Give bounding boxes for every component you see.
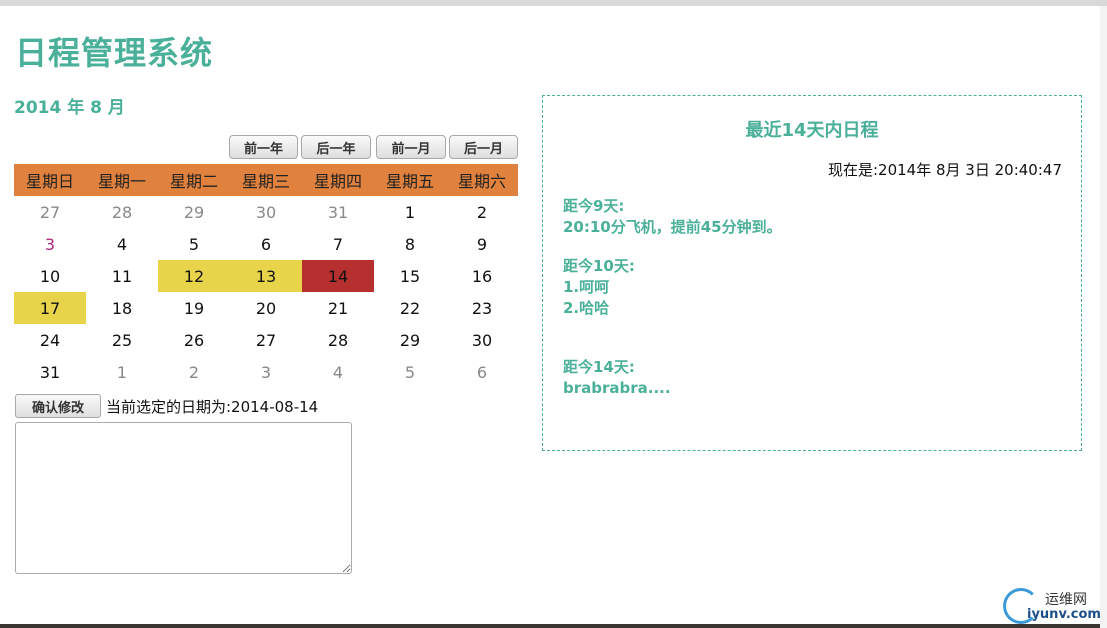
calendar-day-cell[interactable]: 24 — [14, 324, 86, 356]
entry-line: 2.哈哈 — [563, 299, 610, 317]
next-month-button[interactable]: 后一月 — [449, 135, 518, 159]
calendar-day-cell[interactable]: 1 — [86, 356, 158, 388]
calendar-day-cell[interactable]: 1 — [374, 196, 446, 228]
calendar-day-cell[interactable]: 20 — [230, 292, 302, 324]
weekday-header: 星期五 — [374, 164, 446, 196]
calendar-day-cell[interactable]: 21 — [302, 292, 374, 324]
calendar-day-cell[interactable]: 16 — [446, 260, 518, 292]
weekday-header: 星期二 — [158, 164, 230, 196]
calendar-week-row: 17 18 19 20 21 22 23 — [14, 292, 518, 324]
calendar-day-cell[interactable]: 6 — [230, 228, 302, 260]
calendar-day-cell[interactable]: 4 — [302, 356, 374, 388]
month-title: 2014 年 8 月 — [14, 98, 125, 118]
calendar-day-cell[interactable]: 28 — [86, 196, 158, 228]
calendar-day-cell[interactable]: 10 — [14, 260, 86, 292]
calendar-day-cell[interactable]: 12 — [158, 260, 230, 292]
calendar-day-cell[interactable]: 14 — [302, 260, 374, 292]
calendar-day-cell[interactable]: 26 — [158, 324, 230, 356]
calendar-grid: 星期日 星期一 星期二 星期三 星期四 星期五 星期六 27 28 29 30 31 1 2 3 4 5 6 7 8… — [14, 164, 518, 388]
panel-title: 最近14天内日程 — [745, 120, 879, 141]
weekday-header: 星期日 — [14, 164, 86, 196]
calendar-week-row: 3456789 — [14, 228, 518, 260]
calendar-day-cell[interactable]: 27 — [14, 196, 86, 228]
watermark-cn-text: 运维网 — [1045, 592, 1087, 608]
background-window-edge — [1100, 6, 1107, 628]
calendar-day-cell[interactable]: 30 — [446, 324, 518, 356]
calendar-day-cell[interactable]: 22 — [374, 292, 446, 324]
entry-line: 20:10分飞机，提前45分钟到。 — [563, 218, 782, 236]
prev-month-button[interactable]: 前一月 — [376, 135, 446, 159]
next-year-button[interactable]: 后一年 — [301, 135, 371, 159]
entry-heading: 距今9天: — [563, 197, 625, 215]
weekday-header: 星期六 — [446, 164, 518, 196]
calendar-day-cell[interactable]: 18 — [86, 292, 158, 324]
site-watermark: 运维网 iyunv.com — [1003, 586, 1101, 628]
calendar-day-cell[interactable]: 5 — [374, 356, 446, 388]
calendar-day-cell[interactable]: 9 — [446, 228, 518, 260]
entry-line: brabrabra.... — [563, 379, 671, 397]
calendar-day-cell[interactable]: 27 — [230, 324, 302, 356]
calendar-day-cell[interactable]: 23 — [446, 292, 518, 324]
weekday-header-row: 星期日 星期一 星期二 星期三 星期四 星期五 星期六 — [14, 164, 518, 196]
calendar-day-cell[interactable]: 7 — [302, 228, 374, 260]
calendar-day-cell[interactable]: 2 — [158, 356, 230, 388]
calendar-day-cell[interactable]: 3 — [14, 228, 86, 260]
calendar-day-cell[interactable]: 6 — [446, 356, 518, 388]
calendar-week-row: 31 1 2 3 4 5 6 — [14, 356, 518, 388]
calendar-day-cell[interactable]: 19 — [158, 292, 230, 324]
entry-line: 1.呵呵 — [563, 278, 610, 296]
calendar-day-cell[interactable]: 29 — [158, 196, 230, 228]
schedule-entry: 距今9天: 20:10分飞机，提前45分钟到。 — [563, 196, 782, 238]
weekday-header: 星期四 — [302, 164, 374, 196]
calendar-day-cell[interactable]: 8 — [374, 228, 446, 260]
calendar-day-cell[interactable]: 3 — [230, 356, 302, 388]
calendar-day-cell[interactable]: 5 — [158, 228, 230, 260]
calendar-day-cell[interactable]: 2 — [446, 196, 518, 228]
calendar-day-cell[interactable]: 30 — [230, 196, 302, 228]
app-title: 日程管理系统 — [15, 34, 214, 72]
calendar-week-row: 27 28 29 30 31 1 2 — [14, 196, 518, 228]
calendar-day-cell[interactable]: 29 — [374, 324, 446, 356]
recent-schedule-panel: 最近14天内日程 现在是:2014年 8月 3日 20:40:47 距今9天: … — [542, 95, 1082, 451]
calendar-day-cell[interactable]: 25 — [86, 324, 158, 356]
calendar-day-cell[interactable]: 11 — [86, 260, 158, 292]
schedule-entry: 距今10天: 1.呵呵 2.哈哈 — [563, 256, 635, 319]
calendar-day-cell[interactable]: 15 — [374, 260, 446, 292]
page: 日程管理系统 2014 年 8 月 前一年 后一年 前一月 后一月 星期日 星期一… — [0, 6, 1101, 624]
calendar-day-cell[interactable]: 31 — [14, 356, 86, 388]
schedule-textarea[interactable] — [15, 422, 352, 574]
prev-year-button[interactable]: 前一年 — [229, 135, 298, 159]
weekday-header: 星期一 — [86, 164, 158, 196]
confirm-edit-button[interactable]: 确认修改 — [15, 394, 101, 418]
schedule-entry: 距今14天: brabrabra.... — [563, 357, 671, 399]
calendar-day-cell[interactable]: 13 — [230, 260, 302, 292]
taskbar-strip — [0, 624, 1100, 628]
calendar-week-row: 10 11 12 13 14 15 16 — [14, 260, 518, 292]
calendar-day-cell[interactable]: 17 — [14, 292, 86, 324]
selected-date-label: 当前选定的日期为:2014-08-14 — [106, 398, 319, 416]
weekday-header: 星期三 — [230, 164, 302, 196]
calendar-day-cell[interactable]: 4 — [86, 228, 158, 260]
current-time-text: 现在是:2014年 8月 3日 20:40:47 — [828, 161, 1062, 179]
entry-heading: 距今10天: — [563, 257, 635, 275]
calendar-week-row: 24 25 26 27 28 29 30 — [14, 324, 518, 356]
calendar-day-cell[interactable]: 31 — [302, 196, 374, 228]
entry-heading: 距今14天: — [563, 358, 635, 376]
calendar-day-cell[interactable]: 28 — [302, 324, 374, 356]
watermark-en-text: iyunv.com — [1027, 607, 1101, 622]
